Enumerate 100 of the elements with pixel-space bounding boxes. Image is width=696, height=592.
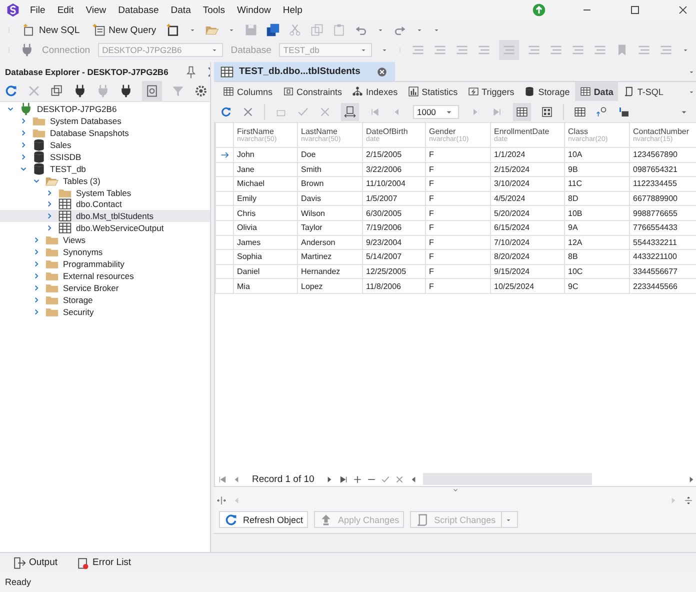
- table-cell: F: [426, 206, 490, 220]
- table-cell: 6/30/2005: [362, 206, 426, 220]
- tab[interactable]: Indexes: [347, 82, 403, 101]
- tab[interactable]: T-SQL: [618, 82, 668, 101]
- table-cell: 10B: [564, 206, 630, 220]
- tree-item[interactable]: dbo.Mst_tblStudents: [0, 210, 210, 222]
- menu-item[interactable]: Help: [280, 4, 304, 16]
- tab[interactable]: Constraints: [278, 82, 348, 101]
- table-cell: 3/22/2006: [362, 162, 426, 177]
- table-cell: Daniel: [234, 264, 298, 279]
- table-cell: Jane: [234, 162, 298, 177]
- table-cell: F: [426, 162, 490, 177]
- tab[interactable]: Columns: [218, 82, 278, 101]
- table-cell: 11/8/2006: [362, 278, 426, 294]
- menu-item[interactable]: Database: [116, 4, 161, 16]
- menu-item[interactable]: Edit: [55, 4, 76, 16]
- table-cell: 1/5/2007: [362, 191, 426, 206]
- tree-item[interactable]: Tables (3): [0, 174, 210, 187]
- table-cell: F: [426, 278, 490, 294]
- tab[interactable]: Triggers: [462, 82, 520, 101]
- tree-item[interactable]: dbo.WebServiceOutput: [0, 222, 210, 234]
- tree-item[interactable]: SSISDB: [0, 150, 210, 163]
- table-cell: 10A: [564, 148, 630, 162]
- table-cell: Brown: [298, 176, 362, 192]
- table-cell: 12A: [564, 235, 630, 250]
- table-cell: 3/10/2024: [490, 176, 564, 192]
- menu-item[interactable]: Tools: [200, 4, 228, 16]
- table-cell: 8B: [564, 250, 630, 264]
- panel-tab[interactable]: Output: [10, 556, 60, 570]
- table-cell: 4/5/2024: [490, 191, 564, 206]
- tree-item[interactable]: Synonyms: [0, 246, 210, 258]
- connection-label: Connection: [42, 44, 90, 56]
- toolbar-button[interactable]: New SQL: [20, 23, 82, 37]
- table-cell: F: [426, 191, 490, 206]
- table-cell: Anderson: [298, 235, 362, 250]
- table-cell: 8D: [564, 191, 630, 206]
- table-cell: Martinez: [298, 250, 362, 264]
- tree-item[interactable]: Storage: [0, 294, 210, 306]
- table-cell: 7/10/2024: [490, 235, 564, 250]
- table-cell: James: [234, 235, 298, 250]
- menu-item[interactable]: Window: [235, 4, 273, 16]
- action-button[interactable]: Refresh Object: [219, 511, 308, 528]
- tree-item[interactable]: DESKTOP-J7PG2B6: [0, 103, 210, 115]
- table-cell: 10/25/2024: [490, 278, 564, 294]
- table-cell: 10C: [564, 264, 630, 279]
- table-cell: Taylor: [298, 220, 362, 236]
- menu-item[interactable]: Data: [168, 4, 193, 16]
- tree-item[interactable]: TEST_db: [0, 162, 210, 175]
- table-cell: 5/14/2007: [362, 250, 426, 264]
- table-cell: Hernandez: [298, 264, 362, 279]
- table-cell: 6/15/2024: [490, 220, 564, 236]
- tree-item[interactable]: System Databases: [0, 114, 210, 127]
- table-cell: Olivia: [234, 220, 298, 236]
- table-cell: F: [426, 235, 490, 250]
- table-cell: Chris: [234, 206, 298, 220]
- menu-item[interactable]: File: [28, 4, 48, 16]
- table-cell: 2/15/2024: [490, 162, 564, 177]
- row-limit-dropdown[interactable]: 1000: [413, 104, 459, 118]
- table-cell: 5/20/2024: [490, 206, 564, 220]
- tree-item[interactable]: External resources: [0, 270, 210, 282]
- tree-item[interactable]: Programmability: [0, 258, 210, 270]
- table-cell: Doe: [298, 148, 362, 162]
- table-cell: 2/15/2005: [362, 148, 426, 162]
- table-cell: F: [426, 148, 490, 162]
- table-cell: Emily: [234, 191, 298, 206]
- table-cell: 11C: [564, 176, 630, 192]
- toolbar-button[interactable]: New Query: [90, 23, 158, 37]
- tree-item[interactable]: Service Broker: [0, 282, 210, 294]
- table-cell: F: [426, 250, 490, 264]
- table-cell: 12/25/2005: [362, 264, 426, 279]
- table-cell: 9C: [564, 278, 630, 294]
- table-cell: Smith: [298, 162, 362, 177]
- tree-item[interactable]: dbo.Contact: [0, 198, 210, 210]
- database-label: Database: [230, 44, 272, 56]
- tree-item[interactable]: System Tables: [0, 186, 210, 198]
- table-cell: F: [426, 176, 490, 192]
- table-cell: Wilson: [298, 206, 362, 220]
- table-cell: 9A: [564, 220, 630, 236]
- status-text: Ready: [5, 577, 32, 587]
- tab[interactable]: Data: [574, 82, 618, 101]
- document-tab[interactable]: TEST_db.dbo...tblStudents: [214, 62, 396, 81]
- panel-tab[interactable]: Error List: [74, 556, 134, 570]
- tree-item[interactable]: Database Snapshots: [0, 126, 210, 139]
- menu-item[interactable]: View: [84, 4, 108, 16]
- table-cell: 9/23/2004: [362, 235, 426, 250]
- table-cell: 9B: [564, 162, 630, 177]
- table-cell: 9/15/2024: [490, 264, 564, 279]
- tab[interactable]: Statistics: [402, 82, 463, 101]
- table-cell: Michael: [234, 176, 298, 192]
- table-cell: F: [426, 264, 490, 279]
- tab[interactable]: Storage: [519, 82, 575, 101]
- panel-title: Database Explorer - DESKTOP-J7PG2B6: [5, 66, 168, 76]
- table-cell: 7/19/2006: [362, 220, 426, 236]
- tree-item[interactable]: Views: [0, 234, 210, 246]
- table-cell: 8/20/2024: [490, 250, 564, 264]
- tree-item[interactable]: Security: [0, 306, 210, 318]
- table-cell: John: [234, 148, 298, 162]
- table-cell: 1/1/2024: [490, 148, 564, 162]
- table-cell: Davis: [298, 191, 362, 206]
- tree-item[interactable]: Sales: [0, 138, 210, 151]
